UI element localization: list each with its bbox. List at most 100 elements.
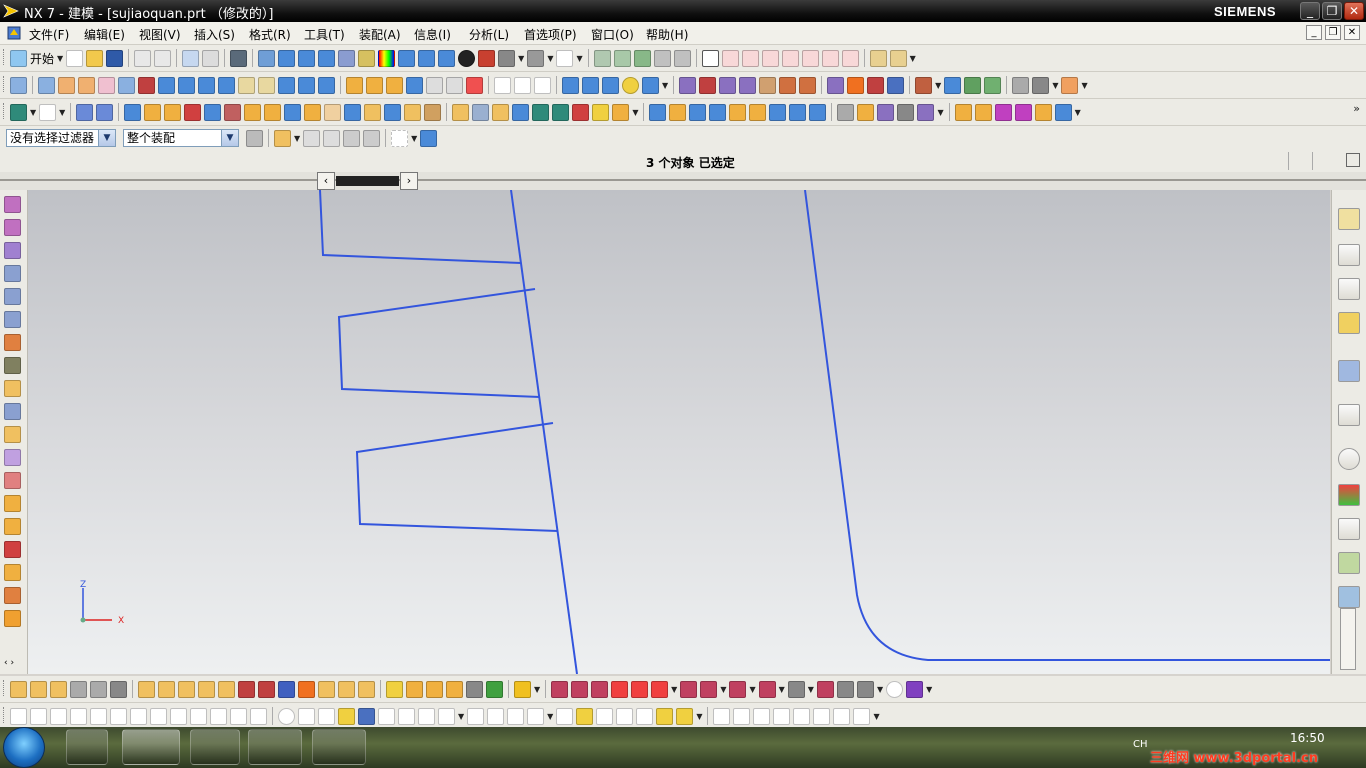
- select-feature-icon[interactable]: [363, 129, 381, 147]
- section-curve-icon[interactable]: [244, 103, 262, 121]
- shade-toggle-icon[interactable]: [458, 49, 476, 67]
- line-icon[interactable]: [10, 707, 27, 725]
- redo-icon[interactable]: [154, 49, 172, 67]
- conic-icon[interactable]: [338, 707, 355, 725]
- new-file-icon[interactable]: [66, 49, 84, 67]
- visual-reports-icon[interactable]: [4, 541, 21, 558]
- roles-icon[interactable]: [4, 426, 21, 443]
- circle-icon[interactable]: [50, 707, 67, 725]
- local-scale-icon[interactable]: [816, 680, 834, 698]
- delay-update-icon[interactable]: [198, 680, 215, 698]
- shell-face-icon[interactable]: [651, 680, 669, 698]
- table-icon[interactable]: [709, 103, 727, 121]
- group-face-icon[interactable]: [611, 680, 629, 698]
- isocline-icon[interactable]: [676, 707, 694, 725]
- scale-body-icon[interactable]: [298, 680, 315, 698]
- visibility-icon[interactable]: [653, 49, 671, 67]
- trim-curve-icon[interactable]: [384, 103, 402, 121]
- spline-icon[interactable]: [954, 103, 972, 121]
- constraint-nav-icon[interactable]: [4, 242, 21, 259]
- bridge-icon[interactable]: [438, 707, 455, 725]
- scenes-tab-icon[interactable]: [1338, 586, 1360, 608]
- light-icon[interactable]: [1032, 76, 1050, 94]
- wcs-orient-icon[interactable]: [761, 49, 779, 67]
- box-icon[interactable]: [124, 103, 142, 121]
- toolbar-grip[interactable]: [3, 707, 7, 723]
- measure-angle-icon[interactable]: [889, 49, 907, 67]
- parabola-icon[interactable]: [298, 707, 315, 725]
- reuse-library-icon[interactable]: [4, 265, 21, 282]
- resize-blend-icon[interactable]: [446, 680, 463, 698]
- pattern-icon[interactable]: [466, 76, 483, 94]
- add-component-icon[interactable]: [76, 103, 94, 121]
- materials-tab-icon[interactable]: [1338, 484, 1360, 506]
- styled-blend-icon[interactable]: [1034, 103, 1052, 121]
- hide-show-icon[interactable]: [673, 49, 691, 67]
- isoparametric-curve-icon[interactable]: [636, 707, 654, 725]
- cube-iso-icon[interactable]: [398, 49, 416, 67]
- layer-palette-icon[interactable]: [4, 564, 21, 581]
- picture-viewer-icon[interactable]: [248, 729, 302, 765]
- face-blend-icon[interactable]: [827, 76, 845, 94]
- subtract-icon[interactable]: [582, 76, 599, 94]
- cone-icon[interactable]: [318, 76, 335, 94]
- rectangle-icon[interactable]: [230, 707, 247, 725]
- curve-length-icon[interactable]: [833, 707, 851, 725]
- clock-icon[interactable]: [1338, 448, 1360, 470]
- scroll-right-button[interactable]: ›: [400, 172, 418, 190]
- fillet-icon[interactable]: [70, 707, 87, 725]
- view-icon[interactable]: [769, 103, 787, 121]
- wcs-dynamic-icon[interactable]: [781, 49, 799, 67]
- bounded-plane-icon[interactable]: [759, 76, 777, 94]
- menu-file[interactable]: 文件(F): [29, 26, 69, 43]
- play-feature-icon[interactable]: [138, 680, 155, 698]
- web-tab-icon[interactable]: [1338, 360, 1360, 382]
- join-curve-icon[interactable]: [344, 103, 362, 121]
- refresh-icon[interactable]: [906, 680, 924, 698]
- cube-back-icon[interactable]: [418, 49, 436, 67]
- part-nav-tab-icon[interactable]: [1338, 208, 1360, 230]
- intersect-icon[interactable]: [602, 76, 619, 94]
- edit-parameter-icon[interactable]: [10, 680, 27, 698]
- move-face-icon[interactable]: [426, 680, 443, 698]
- system-materials-icon[interactable]: [4, 357, 21, 374]
- file-explorer-icon[interactable]: [190, 729, 240, 765]
- blank-view-icon[interactable]: [556, 49, 574, 67]
- layer-settings-icon[interactable]: [593, 49, 611, 67]
- chamfer-icon[interactable]: [366, 76, 383, 94]
- xyz-icon[interactable]: [378, 707, 395, 725]
- mirror-curve-icon[interactable]: [556, 707, 574, 725]
- save-icon[interactable]: [106, 49, 124, 67]
- section-icon[interactable]: [984, 76, 1002, 94]
- chevron-down-icon[interactable]: ▼: [57, 54, 63, 63]
- layer-copy-icon[interactable]: [633, 49, 651, 67]
- delete-body-icon[interactable]: [787, 680, 805, 698]
- thicken-icon[interactable]: [278, 76, 295, 94]
- replace-blend-icon[interactable]: [856, 680, 874, 698]
- sketch-canvas[interactable]: Z X: [28, 190, 1330, 674]
- assembly-navigator-icon[interactable]: [10, 103, 27, 121]
- helix-curve-icon[interactable]: [358, 707, 375, 725]
- pocket-icon[interactable]: [178, 76, 195, 94]
- draft-analysis-icon[interactable]: [877, 103, 895, 121]
- palette-scrollbar[interactable]: [1340, 608, 1356, 670]
- clock-timer-icon[interactable]: [886, 680, 904, 698]
- through-curves-icon[interactable]: [699, 76, 717, 94]
- windows-start-icon[interactable]: [3, 727, 45, 768]
- split-body-icon[interactable]: [446, 76, 463, 94]
- toolbar-overflow-icon[interactable]: »: [1353, 102, 1360, 115]
- detail-view-icon[interactable]: [809, 103, 827, 121]
- join-icon[interactable]: [487, 707, 505, 725]
- palette-icon[interactable]: [4, 472, 21, 489]
- minimize-button[interactable]: _: [1300, 2, 1320, 20]
- media-app-icon[interactable]: [312, 729, 366, 765]
- trim-icon[interactable]: [733, 707, 751, 725]
- start-icon[interactable]: [10, 49, 27, 67]
- ellipse-icon[interactable]: [278, 707, 295, 725]
- combined-curve-icon[interactable]: [204, 103, 222, 121]
- wcs-rotate-icon[interactable]: [741, 49, 759, 67]
- suppress-icon[interactable]: [110, 680, 127, 698]
- edit-curve-icon[interactable]: [424, 103, 442, 121]
- calculator-icon[interactable]: [66, 729, 108, 765]
- doc-close-button[interactable]: ✕: [1344, 25, 1360, 40]
